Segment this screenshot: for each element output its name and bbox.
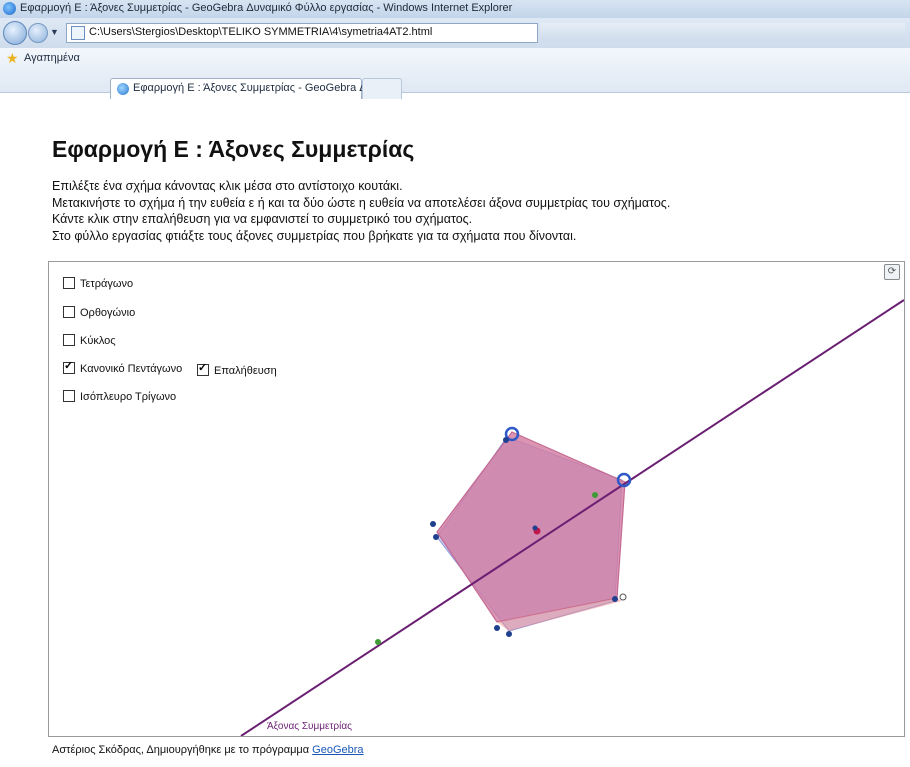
axis-point[interactable]: [592, 492, 598, 498]
page-title: Εφαρμογή Ε : Άξονες Συμμετρίας: [52, 136, 415, 162]
checkbox-label: Ορθογώνιο: [80, 307, 136, 319]
checkbox-box[interactable]: [197, 361, 209, 376]
footer: Αστέριος Σκόδρας, Δημιουργήθηκε με το πρ…: [52, 744, 364, 756]
star-icon: ★: [6, 50, 19, 66]
window-title: Εφαρμογή Ε : Άξονες Συμμετρίας - GeoGebr…: [20, 2, 513, 14]
address-url[interactable]: C:\Users\Stergios\Desktop\TELIKO SYMMETR…: [89, 26, 432, 38]
favorites-label: Αγαπημένα: [24, 52, 80, 64]
geometry-canvas[interactable]: Άξονας Συμμετρίας: [49, 262, 904, 736]
page-icon: [71, 26, 85, 40]
vertex-point: [503, 437, 509, 443]
vertex-point: [612, 596, 618, 602]
vertex-point: [619, 593, 627, 601]
vertex-point: [430, 521, 436, 527]
recent-pages-dropdown-icon[interactable]: ▼: [50, 27, 59, 37]
center-point: [532, 525, 538, 531]
checkbox-box[interactable]: [63, 334, 75, 346]
browser-tab[interactable]: Εφαρμογή Ε : Άξονες Συμμετρίας - GeoGebr…: [110, 78, 382, 99]
axis-point[interactable]: [375, 639, 381, 645]
checkbox-label: Κύκλος: [80, 335, 116, 347]
symmetry-axis-line[interactable]: [240, 299, 904, 736]
refresh-icon[interactable]: ⟳: [884, 264, 900, 280]
checkbox-verify[interactable]: Επαλήθευση: [197, 361, 277, 377]
vertex-point: [433, 534, 439, 540]
vertex-point: [494, 625, 500, 631]
tab-page-icon: [117, 83, 129, 95]
instruction-line: Στο φύλλο εργασίας φτιάξτε τους άξονες σ…: [52, 228, 577, 243]
checkbox-label: Ισόπλευρο Τρίγωνο: [80, 391, 177, 403]
checkbox-equilateral-triangle[interactable]: Ισόπλευρο Τρίγωνο: [63, 390, 176, 403]
back-button-icon[interactable]: [3, 21, 27, 45]
address-bar[interactable]: C:\Users\Stergios\Desktop\TELIKO SYMMETR…: [66, 23, 538, 43]
checkbox-label: Επαλήθευση: [214, 365, 277, 377]
internet-explorer-icon: [3, 2, 16, 15]
axis-label: Άξονας Συμμετρίας: [267, 720, 352, 732]
tab-title: Εφαρμογή Ε : Άξονες Συμμετρίας - GeoGebr…: [133, 82, 382, 94]
checkbox-rectangle[interactable]: Ορθογώνιο: [63, 306, 135, 319]
checkbox-regular-pentagon[interactable]: Κανονικό Πεντάγωνο: [63, 359, 183, 375]
checkbox-box[interactable]: [63, 390, 75, 402]
instruction-line: Μετακινήστε το σχήμα ή την ευθεία ε ή κα…: [52, 195, 671, 210]
geogebra-applet[interactable]: Άξονας Συμμετρίας ⟳ Τετράγωνο Ορθογώνιο …: [48, 261, 905, 737]
checkbox-label: Κανονικό Πεντάγωνο: [80, 363, 183, 375]
checkbox-box[interactable]: [63, 277, 75, 289]
instruction-line: Επιλέξτε ένα σχήμα κάνοντας κλικ μέσα στ…: [52, 179, 403, 193]
instruction-line: Κάντε κλικ στην επαλήθευση για να εμφανι…: [52, 212, 473, 226]
checkbox-circle[interactable]: Κύκλος: [63, 334, 116, 347]
pentagon[interactable]: [436, 431, 626, 623]
forward-button-icon[interactable]: [28, 23, 48, 43]
checkbox-box[interactable]: [63, 359, 75, 374]
navigation-bar: ▼ C:\Users\Stergios\Desktop\TELIKO SYMME…: [0, 18, 910, 48]
window-title-bar: Εφαρμογή Ε : Άξονες Συμμετρίας - GeoGebr…: [0, 0, 910, 19]
new-tab-button[interactable]: [362, 78, 402, 99]
checkbox-label: Τετράγωνο: [80, 278, 134, 290]
checkbox-square[interactable]: Τετράγωνο: [63, 277, 133, 290]
search-box-area: [540, 23, 905, 41]
geogebra-link[interactable]: GeoGebra: [312, 744, 363, 756]
footer-text: Αστέριος Σκόδρας, Δημιουργήθηκε με το πρ…: [52, 744, 313, 756]
instructions: Επιλέξτε ένα σχήμα κάνοντας κλικ μέσα στ…: [52, 178, 670, 244]
checkbox-box[interactable]: [63, 306, 75, 318]
vertex-point: [506, 631, 512, 637]
